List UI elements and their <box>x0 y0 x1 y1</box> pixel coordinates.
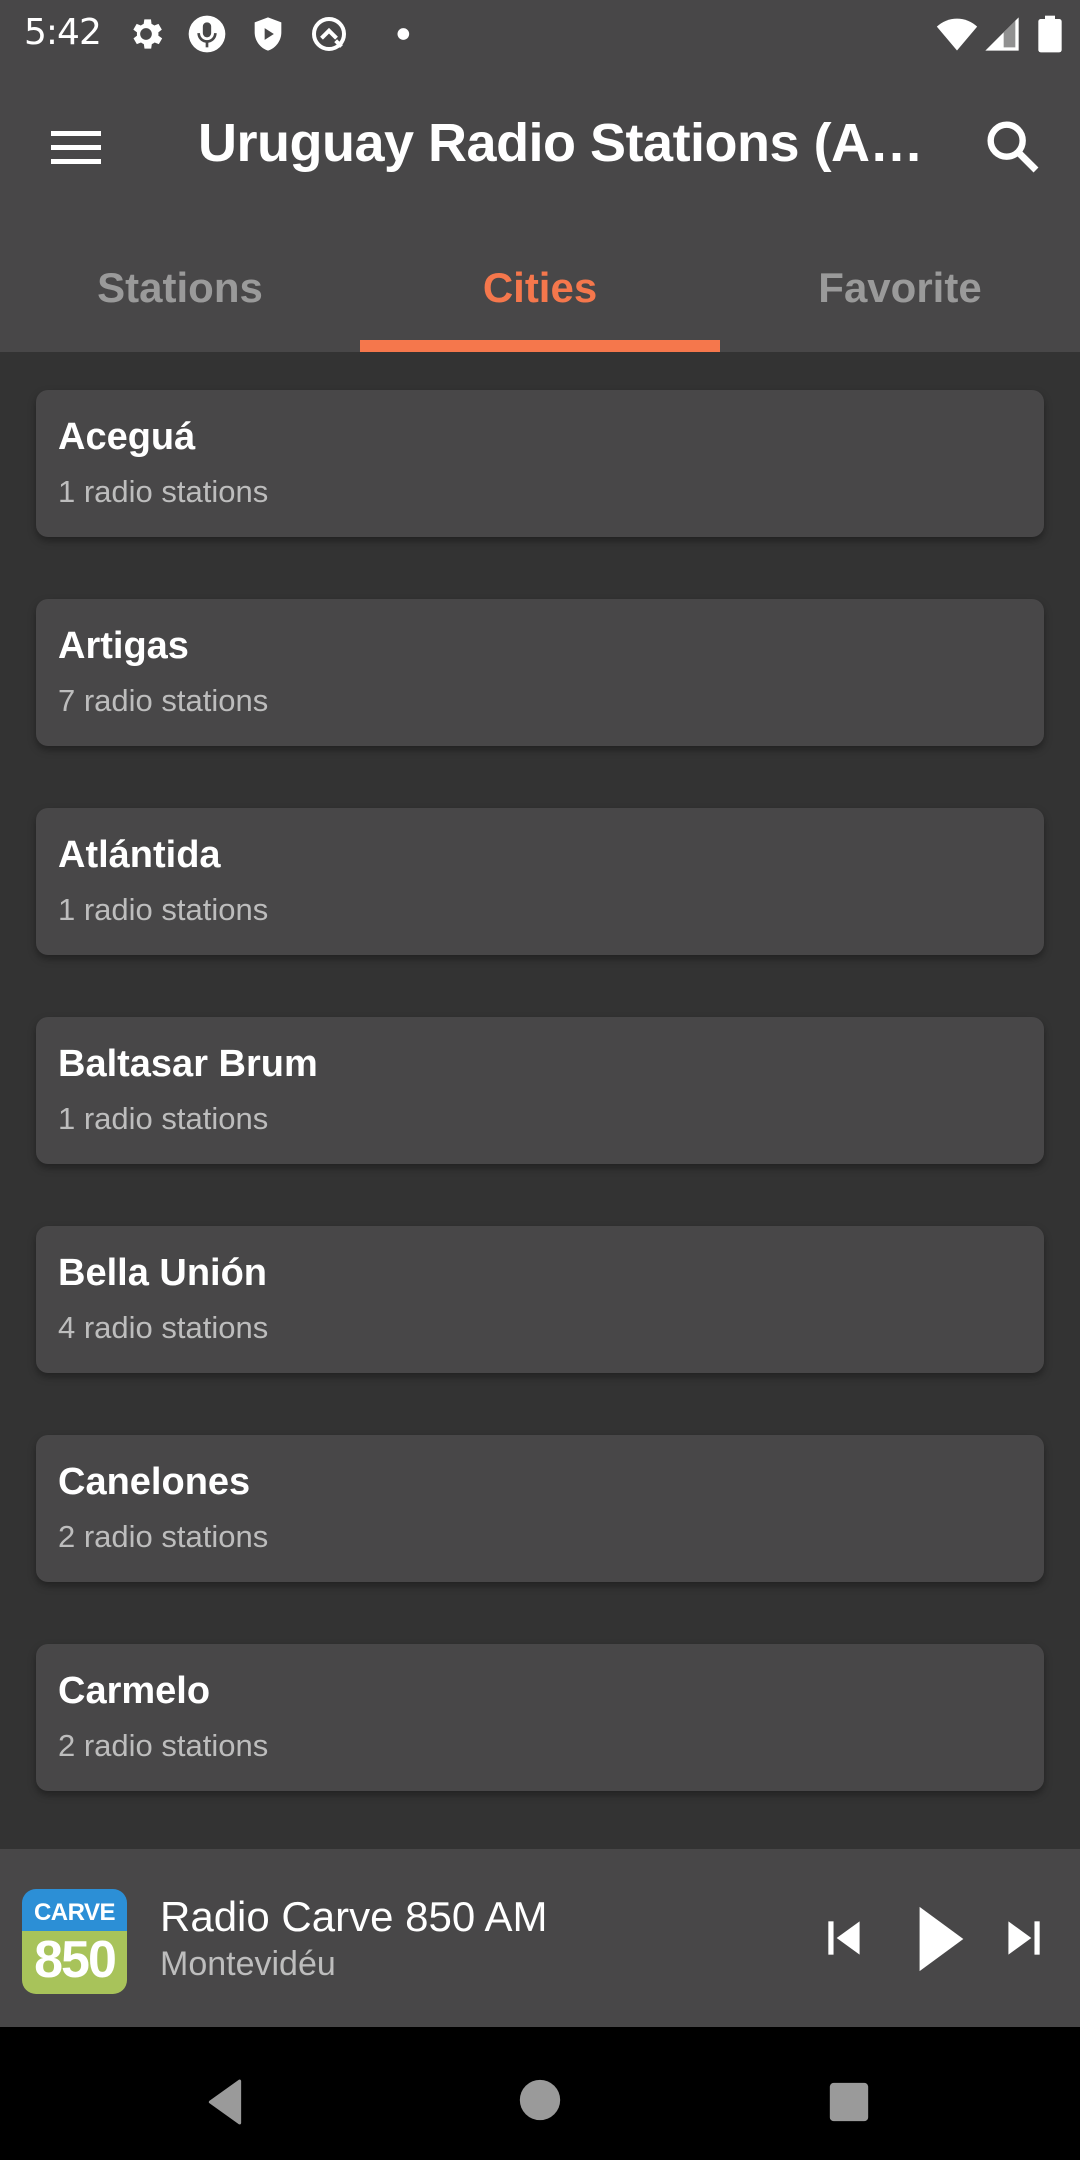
city-name: Aceguá <box>58 416 196 458</box>
signal-icon <box>985 17 1019 51</box>
mini-player[interactable]: CARVE 850 Radio Carve 850 AM Montevidéu <box>0 1849 1080 2027</box>
city-station-count: 1 radio stations <box>58 892 269 927</box>
city-card-bella-union[interactable]: Bella Unión 4 radio stations <box>36 1226 1044 1373</box>
wifi-icon <box>936 18 978 51</box>
city-card-acegua[interactable]: Aceguá 1 radio stations <box>36 390 1044 537</box>
city-card-carmelo[interactable]: Carmelo 2 radio stations <box>36 1644 1044 1791</box>
city-card-baltasar-brum[interactable]: Baltasar Brum 1 radio stations <box>36 1017 1044 1164</box>
city-card-atlantida[interactable]: Atlántida 1 radio stations <box>36 808 1044 955</box>
notification-dot-icon <box>397 28 410 40</box>
app-bar: Uruguay Radio Stations (A… <box>0 70 1080 220</box>
tab-stations[interactable]: Stations <box>0 220 360 352</box>
settings-icon <box>133 19 163 49</box>
skip-next-icon[interactable] <box>998 1913 1048 1963</box>
shield-play-icon <box>254 17 282 51</box>
tab-favorite[interactable]: Favorite <box>720 220 1080 352</box>
station-logo: CARVE 850 <box>22 1889 127 1994</box>
city-name: Bella Unión <box>58 1252 268 1294</box>
player-station-city: Montevidéu <box>160 1945 336 1983</box>
skip-previous-icon[interactable] <box>820 1913 870 1963</box>
city-station-count: 7 radio stations <box>58 683 269 718</box>
back-icon[interactable] <box>200 2077 250 2127</box>
tab-cities[interactable]: Cities <box>360 220 720 352</box>
system-nav-bar <box>0 2027 1080 2160</box>
station-logo-top: CARVE <box>22 1889 127 1931</box>
city-name: Carmelo <box>58 1670 211 1712</box>
page-title: Uruguay Radio Stations (A… <box>198 113 924 173</box>
status-bar: 5:42 <box>0 0 1080 70</box>
city-station-count: 2 radio stations <box>58 1728 269 1763</box>
tab-bar: Stations Cities Favorite <box>0 220 1080 352</box>
city-station-count: 1 radio stations <box>58 1101 269 1136</box>
city-name: Canelones <box>58 1461 251 1503</box>
battery-icon <box>1038 15 1062 53</box>
city-station-count: 2 radio stations <box>58 1519 269 1554</box>
player-station-name: Radio Carve 850 AM <box>160 1893 548 1940</box>
search-icon[interactable] <box>980 114 1044 178</box>
hamburger-menu-icon[interactable] <box>40 116 112 176</box>
city-card-artigas[interactable]: Artigas 7 radio stations <box>36 599 1044 746</box>
city-name: Atlántida <box>58 834 221 876</box>
status-time: 5:42 <box>24 12 102 53</box>
station-logo-bottom: 850 <box>22 1931 127 1994</box>
city-name: Artigas <box>58 625 189 667</box>
home-icon[interactable] <box>518 2078 562 2122</box>
recents-icon[interactable] <box>826 2079 872 2125</box>
mic-icon <box>188 15 226 53</box>
city-list: Aceguá 1 radio stations Artigas 7 radio … <box>0 352 1080 1849</box>
city-station-count: 1 radio stations <box>58 474 269 509</box>
city-name: Baltasar Brum <box>58 1043 318 1085</box>
play-icon[interactable] <box>905 1901 975 1977</box>
city-card-canelones[interactable]: Canelones 2 radio stations <box>36 1435 1044 1582</box>
city-station-count: 4 radio stations <box>58 1310 269 1345</box>
q-logo-icon <box>312 17 346 51</box>
